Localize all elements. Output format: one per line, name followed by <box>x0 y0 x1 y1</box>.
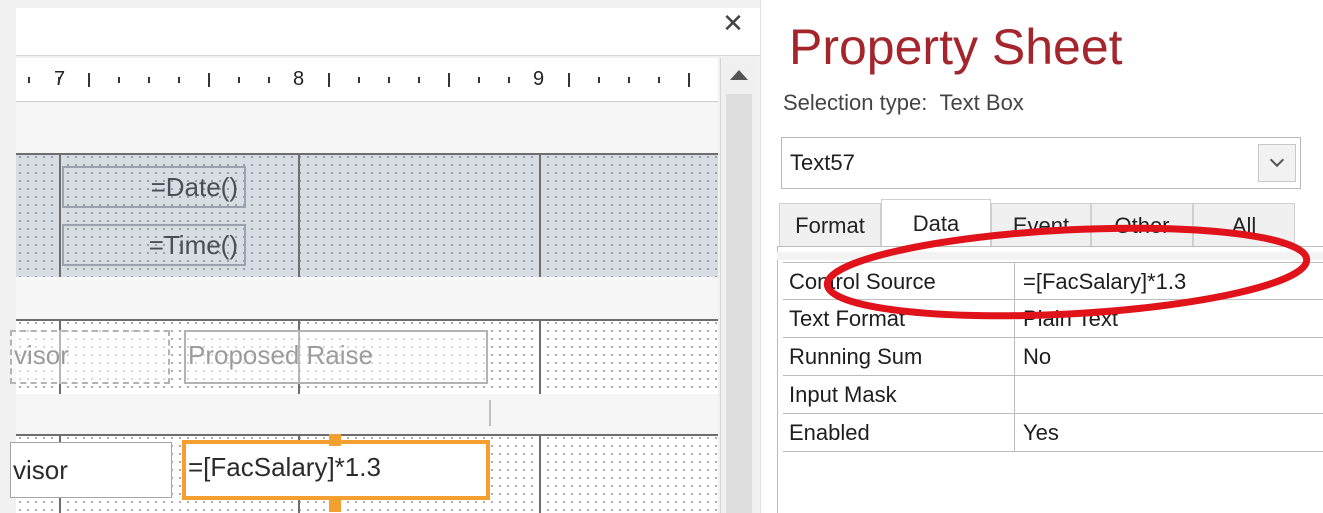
date-textbox[interactable]: =Date() <box>62 166 246 208</box>
chevron-down-icon[interactable] <box>1258 144 1296 182</box>
scrollbar-thumb[interactable] <box>726 94 752 513</box>
ruler-tick <box>448 73 450 87</box>
section-band-detail <box>16 394 718 434</box>
ruler-tick <box>178 77 180 83</box>
property-row-enabled[interactable]: Enabled Yes <box>783 414 1323 452</box>
ruler-tick <box>238 77 240 83</box>
object-selector-value: Text57 <box>790 150 855 175</box>
object-selector-dropdown[interactable]: Text57 <box>781 137 1301 189</box>
ruler-tick <box>58 77 60 83</box>
proposed-raise-label[interactable]: Proposed Raise <box>184 330 488 384</box>
ruler-tick <box>628 77 630 83</box>
property-row-input-mask[interactable]: Input Mask <box>783 376 1323 414</box>
property-name: Enabled <box>789 420 870 445</box>
insertion-mark <box>489 400 491 426</box>
ruler-tick <box>208 73 210 87</box>
proposed-raise-textbox[interactable]: =[FacSalary]*1.3 <box>182 440 490 500</box>
ruler-tick <box>478 77 480 83</box>
time-textbox[interactable]: =Time() <box>62 224 246 266</box>
section-band-group-header <box>16 277 718 319</box>
property-name: Input Mask <box>789 382 897 407</box>
ruler-label-9: 9 <box>533 68 545 90</box>
horizontal-ruler: 7 8 9 <box>16 58 718 102</box>
ruler-tick <box>118 77 120 83</box>
ruler-tick <box>148 77 150 83</box>
ruler-tick <box>268 77 270 83</box>
ruler-tick <box>88 73 90 87</box>
section-band-page-header <box>16 103 718 153</box>
vertical-scrollbar[interactable] <box>720 58 756 513</box>
ruler-tick <box>328 73 330 87</box>
scroll-up-icon[interactable] <box>730 70 748 80</box>
advisor-textbox[interactable]: visor <box>10 442 172 498</box>
selection-type-value: Text Box <box>939 90 1024 115</box>
ruler-label-8: 8 <box>293 68 305 90</box>
property-value[interactable]: Yes <box>1023 420 1059 446</box>
resize-handle-top[interactable] <box>329 434 341 446</box>
ruler-tick <box>688 73 690 87</box>
design-tab-strip <box>16 8 760 56</box>
ruler-tick <box>568 73 570 87</box>
red-annotation-ellipse <box>823 224 1311 320</box>
advisor-label[interactable]: visor <box>10 330 170 384</box>
ruler-tick <box>508 77 510 83</box>
property-sheet-title: Property Sheet <box>789 19 1123 75</box>
selection-type-label: Selection type: <box>783 90 928 115</box>
ruler-tick <box>388 77 390 83</box>
property-sheet-pane: Property Sheet Selection type: Text Box … <box>760 0 1323 513</box>
ruler-tick <box>598 77 600 83</box>
ruler-tick <box>28 77 30 83</box>
resize-handle-bottom[interactable] <box>329 500 341 512</box>
ruler-tick <box>658 77 660 83</box>
ruler-tick <box>418 77 420 83</box>
selection-type: Selection type: Text Box <box>783 90 1024 116</box>
close-icon[interactable]: ✕ <box>718 6 748 40</box>
report-design-surface: ✕ 7 8 9 =Date() =Time() visor Proposed R… <box>0 0 760 513</box>
ruler-tick <box>358 77 360 83</box>
